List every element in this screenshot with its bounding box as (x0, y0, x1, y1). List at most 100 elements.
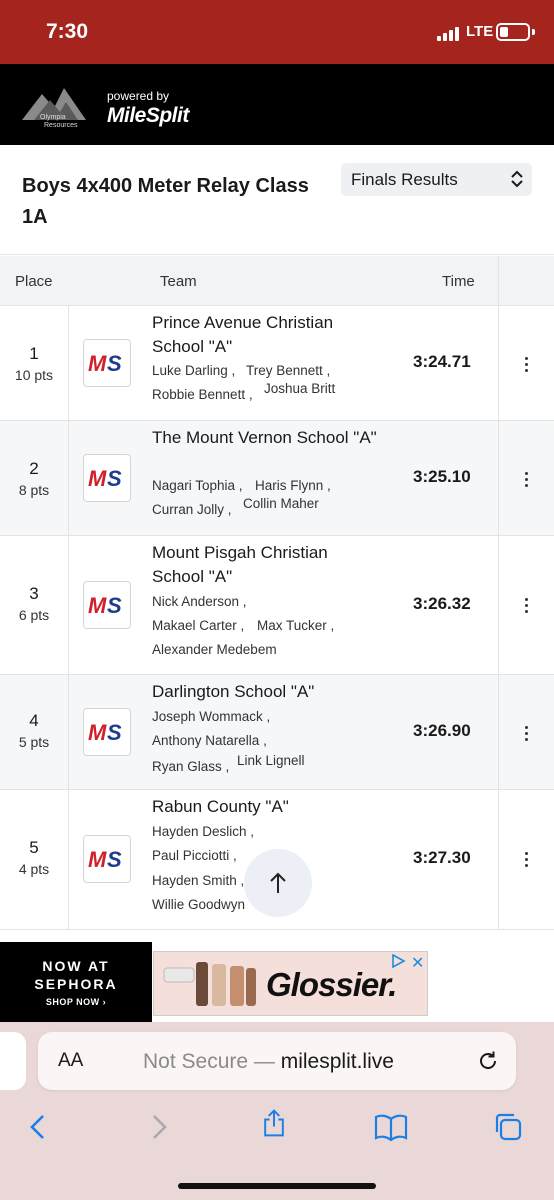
back-icon[interactable] (24, 1112, 54, 1142)
network-label: LTE (466, 23, 494, 40)
brand-header: Olympia Resources powered by MileSplit (0, 64, 554, 145)
team-name[interactable]: The Mount Vernon School "A" (152, 426, 382, 450)
column-divider (68, 790, 69, 929)
svg-text:S: S (107, 466, 122, 491)
column-divider (498, 421, 499, 535)
reload-icon[interactable] (476, 1049, 500, 1073)
athlete-name[interactable]: Ryan Glass , (152, 759, 229, 774)
athlete-name[interactable]: Robbie Bennett , (152, 387, 253, 402)
team-name[interactable]: Mount Pisgah Christian School "A" (152, 541, 382, 589)
team-logo: MS (83, 581, 131, 629)
ad-sephora-panel[interactable]: NOW AT SEPHORA SHOP NOW › (0, 942, 152, 1022)
athlete-name[interactable]: Willie Goodwyn (152, 897, 245, 912)
table-row[interactable]: 3 6 pts MS Mount Pisgah Christian School… (0, 536, 554, 675)
result-time: 3:25.10 (413, 467, 471, 486)
athlete-name[interactable]: Max Tucker , (257, 618, 334, 633)
athlete-name[interactable]: Collin Maher (243, 496, 319, 511)
previous-tab-preview[interactable] (0, 1032, 26, 1090)
athlete-name[interactable]: Anthony Natarella , (152, 733, 267, 748)
ad-line-2: SEPHORA (34, 976, 118, 992)
chevron-updown-icon (511, 170, 523, 188)
scroll-to-top-button[interactable] (244, 849, 312, 917)
header-team[interactable]: Team (160, 273, 197, 290)
tabs-icon[interactable] (493, 1112, 523, 1142)
column-divider (68, 536, 69, 674)
place-number: 2 (29, 459, 39, 478)
battery-tip (532, 29, 535, 35)
athlete-name[interactable]: Haris Flynn , (255, 478, 331, 493)
table-row[interactable]: 2 8 pts MS The Mount Vernon School "A" N… (0, 421, 554, 536)
place-cell: 5 4 pts (0, 838, 68, 877)
place-points: 6 pts (18, 607, 50, 623)
athlete-name[interactable]: Trey Bennett , (246, 363, 330, 378)
place-cell: 1 10 pts (0, 344, 68, 383)
ad-close-icon[interactable]: ✕ (411, 953, 424, 973)
bookmarks-icon[interactable] (374, 1112, 408, 1142)
svg-text:M: M (88, 720, 107, 745)
battery-icon (496, 23, 530, 41)
ad-banner[interactable]: NOW AT SEPHORA SHOP NOW › Glossier. ✕ (0, 942, 554, 1022)
more-options-icon[interactable] (519, 726, 533, 744)
team-name[interactable]: Darlington School "A" (152, 680, 382, 704)
athlete-name[interactable]: Joseph Wommack , (152, 709, 270, 724)
table-row[interactable]: 4 5 pts MS Darlington School "A" Joseph … (0, 675, 554, 790)
column-divider (498, 536, 499, 674)
place-points: 10 pts (14, 367, 54, 383)
share-icon[interactable] (259, 1108, 289, 1138)
place-points: 4 pts (18, 861, 50, 877)
round-select[interactable]: Finals Results (341, 163, 532, 196)
home-indicator[interactable] (178, 1183, 376, 1189)
table-row[interactable]: 1 10 pts MS Prince Avenue Christian Scho… (0, 306, 554, 421)
milesplit-ms-icon: MS (88, 351, 122, 376)
team-name[interactable]: Rabun County "A" (152, 795, 382, 819)
ad-line-1: NOW AT (42, 958, 110, 974)
column-divider (498, 306, 499, 420)
result-time: 3:27.30 (413, 848, 471, 867)
more-options-icon[interactable] (519, 472, 533, 490)
svg-text:M: M (88, 351, 107, 376)
ad-glossier-panel[interactable]: Glossier. ✕ (153, 951, 428, 1016)
status-bar: 7:30 LTE (0, 0, 554, 64)
svg-text:S: S (107, 593, 122, 618)
reader-settings-button[interactable]: AA (58, 1050, 83, 1072)
athlete-name[interactable]: Nagari Tophia , (152, 478, 243, 493)
athlete-name[interactable]: Hayden Deslich , (152, 824, 254, 839)
forward-icon[interactable] (143, 1112, 173, 1142)
header-divider (498, 256, 499, 306)
team-name[interactable]: Prince Avenue Christian School "A" (152, 311, 382, 359)
place-number: 3 (29, 584, 39, 603)
address-bar[interactable]: AA Not Secure — milesplit.live (38, 1032, 516, 1090)
athlete-name[interactable]: Link Lignell (237, 753, 305, 768)
logo-text-resources: Resources (44, 122, 78, 129)
more-options-icon[interactable] (519, 598, 533, 616)
svg-text:S: S (107, 847, 122, 872)
athlete-name[interactable]: Luke Darling , (152, 363, 235, 378)
athlete-name[interactable]: Joshua Britt (264, 381, 335, 396)
column-divider (498, 790, 499, 929)
athlete-name[interactable]: Curran Jolly , (152, 502, 232, 517)
event-title: Boys 4x400 Meter Relay Class 1A (22, 175, 309, 228)
place-number: 4 (29, 711, 39, 730)
adchoices-icon[interactable] (390, 954, 406, 968)
more-options-icon[interactable] (519, 852, 533, 870)
athlete-name[interactable]: Paul Picciotti , (152, 848, 237, 863)
url-text[interactable]: Not Secure — milesplit.live (143, 1050, 394, 1074)
logo-text-olympia: Olympia (40, 114, 66, 121)
athlete-name[interactable]: Makael Carter , (152, 618, 244, 633)
athlete-name[interactable]: Nick Anderson , (152, 594, 247, 609)
security-label: Not Secure — (143, 1050, 275, 1073)
header-time[interactable]: Time (442, 273, 475, 290)
aa-label: AA (58, 1050, 84, 1071)
athlete-name[interactable]: Alexander Medebem (152, 642, 277, 657)
url-domain: milesplit.live (280, 1050, 394, 1073)
milesplit-logo[interactable]: MileSplit (107, 104, 189, 128)
header-place[interactable]: Place (15, 273, 53, 290)
column-divider (68, 421, 69, 535)
svg-text:M: M (88, 847, 107, 872)
column-divider (68, 675, 69, 789)
more-options-icon[interactable] (519, 357, 533, 375)
ad-shop-now[interactable]: SHOP NOW › (0, 997, 152, 1007)
browser-toolbar: AA Not Secure — milesplit.live (0, 1022, 554, 1200)
team-logo: MS (83, 454, 131, 502)
athlete-name[interactable]: Hayden Smith , (152, 873, 244, 888)
